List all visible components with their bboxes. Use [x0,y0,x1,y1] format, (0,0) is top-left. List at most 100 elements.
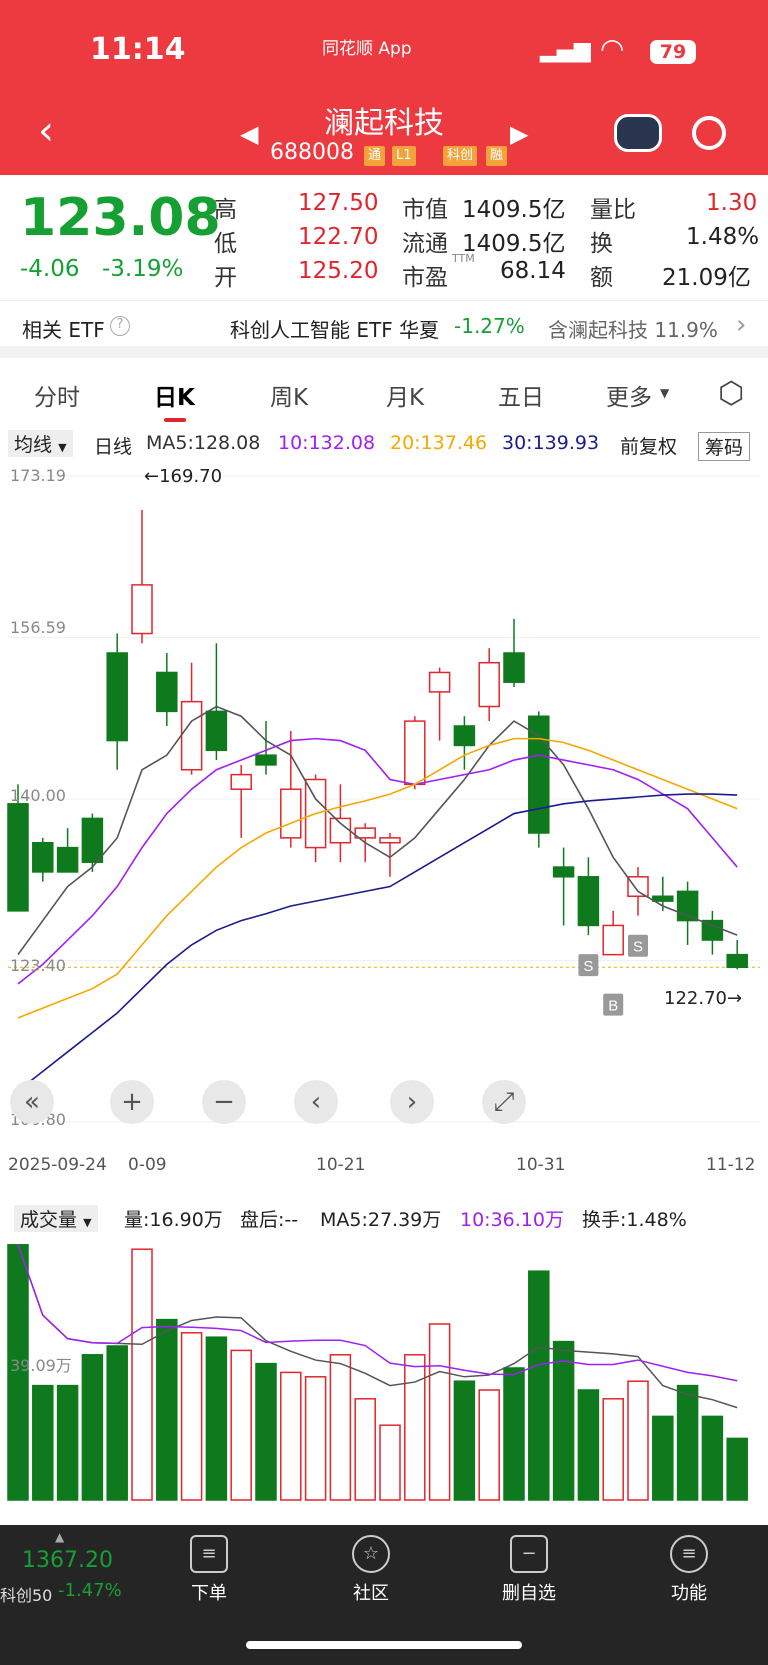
scroll-right-button[interactable]: › [390,1080,434,1124]
community-button[interactable]: ☆ 社区 [316,1535,426,1605]
candle-body [56,846,79,873]
volume-bar [205,1336,228,1501]
x-label-3: 10-31 [516,1155,566,1175]
functions-button[interactable]: ≡ 功能 [634,1535,744,1605]
prev-stock-icon[interactable]: ◀ [240,120,258,148]
tab-minute[interactable]: 分时 [34,378,80,412]
volume-bar [428,1323,451,1501]
volume-bar [726,1437,748,1501]
volume-bar [156,1318,178,1501]
star-icon: ☆ [352,1535,390,1573]
etf-hold: 含澜起科技 11.9% [548,318,718,342]
y-tick-1: 156.59 [10,618,66,637]
zoom-out-button[interactable]: − [202,1080,246,1124]
tab-more[interactable]: 更多 [606,378,652,412]
candle-body [106,652,128,742]
mcap-label: 市值 [402,197,448,223]
candle-body [32,841,54,873]
ma5-legend: MA5:128.08 [146,432,261,454]
robot-icon[interactable] [614,114,662,152]
candle-body [503,652,525,683]
index-value[interactable]: 1367.20 [22,1548,113,1573]
ma30-legend: 30:139.93 [502,432,600,454]
volume-bar [627,1380,649,1501]
candle-body [280,788,302,839]
chip-button[interactable]: 筹码 [698,432,751,461]
candle-body [255,754,277,766]
vol-ma5: MA5:27.39万 [320,1209,442,1231]
tag-rong: 融 [486,146,508,166]
volume-bar [478,1389,500,1501]
tag-kechuang: 科创 [443,146,478,166]
help-icon[interactable]: ? [110,316,130,336]
adjust-button[interactable]: 前复权 [620,432,677,459]
kline-chart[interactable]: S B S [0,460,768,1142]
volume-bar [552,1340,575,1501]
home-indicator [246,1641,522,1649]
signal-label: S [583,958,593,975]
candle-body [230,773,252,790]
volume-bar [180,1332,203,1501]
pe-sup: TTM [452,252,475,265]
amount-label: 额 [590,265,613,291]
candle-body [478,661,500,708]
etf-change: -1.27% [454,314,525,338]
x-label-0: 2025-09-24 [8,1155,107,1175]
float-label: 流通 [402,231,448,257]
vr-label: 量比 [590,197,636,223]
candle-body [428,671,451,693]
remove-watchlist-button[interactable]: − 删自选 [474,1535,584,1605]
wifi-icon: ◠ [600,32,625,65]
candle-body [329,817,352,844]
search-icon[interactable] [692,116,726,150]
volume-select[interactable]: 成交量 ▼ [14,1205,98,1232]
etf-name[interactable]: 科创人工智能 ETF 华夏 [230,314,439,343]
volume-bar [503,1367,525,1501]
candle-body [81,817,104,863]
volume-bar [280,1371,302,1501]
last-price: 123.08 [20,188,221,248]
ma-select[interactable]: 均线 ▼ [8,430,73,457]
vol-turnover: 换手:1.48% [582,1209,687,1231]
volume-chart[interactable] [0,1230,768,1505]
candle-body [453,725,476,747]
volume-bar [255,1362,277,1501]
collapse-left-button[interactable]: « [10,1080,54,1124]
volume-bar [528,1270,550,1501]
chevron-right-icon[interactable]: › [736,310,746,340]
candle-body [205,710,228,752]
turnover-label: 换 [590,231,613,257]
tab-weekly-k[interactable]: 周K [270,378,308,412]
community-label: 社区 [353,1583,389,1604]
tab-active-indicator [164,418,186,422]
settings-icon[interactable]: ⬡ [718,376,744,411]
stock-code: 688008 [270,140,354,165]
tab-daily-k[interactable]: 日K [154,378,195,412]
y-tick-0: 173.19 [10,466,66,485]
x-label-2: 10-21 [316,1155,366,1175]
ma20-legend: 20:137.46 [390,432,488,454]
tab-monthly-k[interactable]: 月K [386,378,424,412]
fullscreen-button[interactable]: ⤢ [482,1080,526,1124]
signal-label: B [608,998,618,1015]
candle-body [726,953,748,969]
index-expand-icon[interactable]: ▲ [55,1530,64,1544]
low-label: 低 [214,231,237,257]
x-label-4: 11-12 [706,1155,756,1175]
order-button[interactable]: ≡ 下单 [154,1535,264,1605]
tab-five-day[interactable]: 五日 [498,378,544,412]
period-label: 日线 [94,436,133,458]
minus-icon: − [510,1535,548,1573]
vol-ma10: 10:36.10万 [460,1209,564,1231]
candle-body [652,895,674,902]
app-name: 同花顺 App [322,39,412,59]
zoom-in-button[interactable]: + [110,1080,154,1124]
candle-body [577,876,600,927]
scroll-left-button[interactable]: ‹ [294,1080,338,1124]
section-gap [0,346,768,358]
volume-bar [56,1384,79,1501]
caret-down-icon[interactable]: ▼ [660,386,669,400]
next-stock-icon[interactable]: ▶ [510,120,528,148]
candle-body [602,924,624,956]
x-label-1: 0-09 [128,1155,167,1175]
